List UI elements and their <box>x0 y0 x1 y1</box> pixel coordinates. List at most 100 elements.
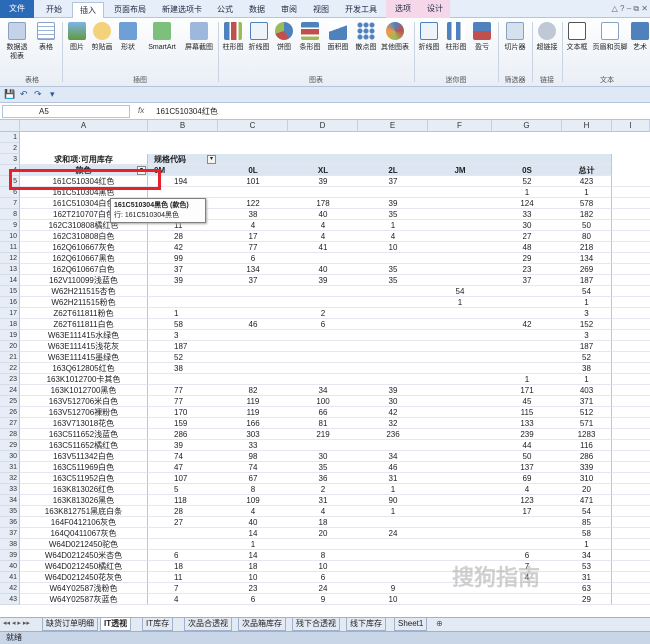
value-cell[interactable]: 48 <box>492 242 562 253</box>
value-cell[interactable]: 31 <box>358 473 428 484</box>
value-cell[interactable]: 39 <box>288 275 358 286</box>
value-cell[interactable]: 123 <box>492 495 562 506</box>
empty-cell[interactable] <box>612 506 650 517</box>
value-cell[interactable]: 18 <box>218 561 288 572</box>
value-cell[interactable]: 99 <box>148 253 218 264</box>
value-cell[interactable]: 27 <box>492 231 562 242</box>
total-cell[interactable]: 1283 <box>562 429 612 440</box>
value-cell[interactable] <box>428 517 492 528</box>
empty-cell[interactable] <box>612 220 650 231</box>
size-header[interactable]: JM <box>428 165 492 176</box>
row-header[interactable]: 27 <box>0 418 20 429</box>
value-cell[interactable] <box>288 330 358 341</box>
total-cell[interactable]: 29 <box>562 594 612 605</box>
sparkline-winloss-button[interactable]: 盈亏 <box>470 22 494 52</box>
row-label-cell[interactable]: 163V713018花色 <box>20 418 148 429</box>
empty-cell[interactable] <box>612 352 650 363</box>
value-cell[interactable] <box>148 539 218 550</box>
row-label-cell[interactable]: W63E111415墨绿色 <box>20 352 148 363</box>
value-cell[interactable]: 1 <box>358 220 428 231</box>
name-box[interactable]: A5 <box>2 105 130 118</box>
total-cell[interactable]: 63 <box>562 583 612 594</box>
sheet-tab-active[interactable]: IT透视 <box>100 618 132 631</box>
value-cell[interactable] <box>428 341 492 352</box>
total-cell[interactable]: 286 <box>562 451 612 462</box>
row-header[interactable]: 8 <box>0 209 20 220</box>
value-cell[interactable] <box>358 539 428 550</box>
value-cell[interactable] <box>288 352 358 363</box>
row-label-cell[interactable]: W64Y02587浅粉色 <box>20 583 148 594</box>
value-cell[interactable] <box>428 495 492 506</box>
value-cell[interactable]: 40 <box>288 264 358 275</box>
row-header[interactable]: 41 <box>0 572 20 583</box>
value-cell[interactable] <box>148 297 218 308</box>
value-cell[interactable]: 37 <box>492 275 562 286</box>
value-cell[interactable]: 1 <box>358 484 428 495</box>
value-cell[interactable]: 23 <box>218 583 288 594</box>
empty-cell[interactable] <box>612 176 650 187</box>
value-cell[interactable]: 37 <box>218 275 288 286</box>
value-cell[interactable]: 4 <box>492 484 562 495</box>
value-cell[interactable]: 24 <box>358 528 428 539</box>
empty-cell[interactable] <box>612 517 650 528</box>
value-cell[interactable]: 7 <box>148 583 218 594</box>
value-cell[interactable]: 39 <box>358 198 428 209</box>
value-cell[interactable]: 24 <box>288 583 358 594</box>
value-cell[interactable] <box>428 396 492 407</box>
value-cell[interactable] <box>428 429 492 440</box>
total-cell[interactable]: 85 <box>562 517 612 528</box>
row-label-cell[interactable]: 164F0412106灰色 <box>20 517 148 528</box>
row-label-cell[interactable]: W63E111415水绿色 <box>20 330 148 341</box>
value-cell[interactable] <box>288 374 358 385</box>
value-cell[interactable] <box>218 187 288 198</box>
value-cell[interactable]: 17 <box>492 506 562 517</box>
row-label-cell[interactable]: 163C511652橘红色 <box>20 440 148 451</box>
textbox-button[interactable]: 文本框 <box>564 22 590 52</box>
total-cell[interactable]: 134 <box>562 253 612 264</box>
total-cell[interactable]: 512 <box>562 407 612 418</box>
hyperlink-button[interactable]: 超链接 <box>534 22 560 52</box>
tab-page-layout[interactable]: 页面布局 <box>106 2 154 18</box>
value-cell[interactable]: 4 <box>218 220 288 231</box>
value-cell[interactable]: 38 <box>148 363 218 374</box>
value-cell[interactable]: 44 <box>492 440 562 451</box>
row-header[interactable]: 23 <box>0 374 20 385</box>
value-cell[interactable]: 39 <box>148 275 218 286</box>
value-cell[interactable]: 1 <box>218 539 288 550</box>
total-cell[interactable]: 3 <box>562 308 612 319</box>
row-header[interactable]: 31 <box>0 462 20 473</box>
column-chart-button[interactable]: 柱形图 <box>220 22 246 52</box>
value-cell[interactable]: 33 <box>492 209 562 220</box>
row-header[interactable]: 30 <box>0 451 20 462</box>
total-cell[interactable]: 54 <box>562 506 612 517</box>
value-cell[interactable]: 39 <box>288 176 358 187</box>
value-cell[interactable] <box>218 374 288 385</box>
value-cell[interactable]: 46 <box>218 319 288 330</box>
value-cell[interactable]: 82 <box>218 385 288 396</box>
value-cell[interactable] <box>428 275 492 286</box>
total-cell[interactable]: 20 <box>562 484 612 495</box>
value-cell[interactable]: 30 <box>288 451 358 462</box>
row-label-cell[interactable]: 162C310808白色 <box>20 231 148 242</box>
value-cell[interactable]: 74 <box>148 451 218 462</box>
total-cell[interactable]: 34 <box>562 550 612 561</box>
value-cell[interactable]: 28 <box>148 506 218 517</box>
sheet-tab[interactable]: 残下合透视 <box>292 618 340 631</box>
value-cell[interactable] <box>492 594 562 605</box>
value-cell[interactable]: 1 <box>428 297 492 308</box>
value-cell[interactable]: 236 <box>358 429 428 440</box>
value-cell[interactable]: 6 <box>288 572 358 583</box>
row-label-cell[interactable]: 162Q610667灰色 <box>20 242 148 253</box>
row-header[interactable]: 14 <box>0 275 20 286</box>
sheet-nav-arrows-icon[interactable]: ◂◂ ◂ ▸ ▸▸ <box>3 619 30 627</box>
value-cell[interactable]: 3 <box>148 330 218 341</box>
total-cell[interactable]: 31 <box>562 572 612 583</box>
value-cell[interactable]: 39 <box>148 440 218 451</box>
value-cell[interactable] <box>428 594 492 605</box>
empty-cell[interactable] <box>612 407 650 418</box>
value-cell[interactable] <box>148 374 218 385</box>
column-header-i[interactable]: I <box>612 120 650 132</box>
value-cell[interactable] <box>288 539 358 550</box>
value-cell[interactable]: 107 <box>148 473 218 484</box>
value-cell[interactable] <box>358 363 428 374</box>
